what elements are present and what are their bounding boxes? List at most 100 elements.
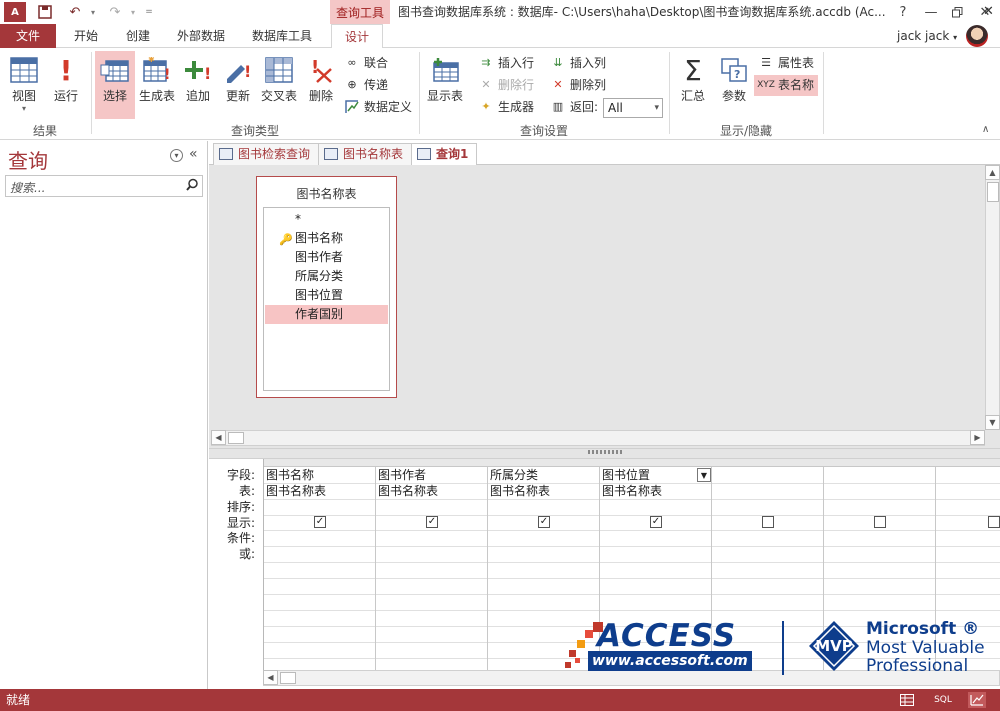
customize-toolbar-icon[interactable]: = (138, 2, 160, 22)
collapse-ribbon-icon[interactable]: ∧ (982, 124, 989, 135)
scroll-down-icon[interactable]: ▼ (985, 415, 1000, 430)
insert-rows-button[interactable]: ⇉ 插入行 (478, 53, 534, 73)
union-button[interactable]: ∞ 联合 (344, 53, 388, 73)
delete-columns-icon: ✕ (553, 78, 563, 91)
user-account-name[interactable]: jack jack ▾ (897, 24, 957, 48)
help-button[interactable]: ? (890, 0, 916, 24)
svg-text:!: ! (244, 62, 251, 81)
column-selector[interactable] (264, 459, 376, 467)
pass-through-button[interactable]: ⊕ 传递 (344, 75, 388, 95)
grid-table-cell[interactable]: 图书名称表 (378, 483, 438, 499)
restore-button[interactable] (944, 0, 970, 24)
view-button[interactable]: 视图 ▾ (6, 51, 42, 113)
builder-button[interactable]: ✦ 生成器 (478, 97, 534, 117)
field-author-country[interactable]: 作者国别 (265, 305, 388, 324)
undo-dropdown-icon[interactable]: ▾ (82, 2, 104, 22)
grid-table-cell[interactable]: 图书名称表 (490, 483, 550, 499)
svg-text:!: ! (164, 67, 170, 83)
search-input[interactable]: 搜索... (10, 179, 45, 196)
scroll-thumb[interactable] (228, 432, 244, 444)
grid-table-cell[interactable]: 图书名称表 (266, 483, 326, 499)
delete-rows-button[interactable]: ✕ 删除行 (478, 75, 534, 95)
show-table-button[interactable]: 显示表 (424, 51, 466, 104)
grid-table-cell[interactable]: 图书名称表 (602, 483, 662, 499)
return-top-values-select[interactable]: All ▾ (603, 98, 663, 118)
show-checkbox[interactable] (762, 516, 774, 528)
close-document-icon[interactable]: ✕ (983, 4, 994, 19)
scroll-thumb[interactable] (987, 182, 999, 202)
tab-database-tools[interactable]: 数据库工具 (240, 24, 324, 48)
scroll-right-icon[interactable]: ▶ (970, 430, 985, 445)
show-checkbox[interactable]: ✓ (538, 516, 550, 528)
tab-external-data[interactable]: 外部数据 (166, 24, 236, 48)
grid-column-1[interactable]: 图书名称 图书名称表 ✓ (264, 459, 376, 685)
grid-field-cell[interactable]: 图书作者 (378, 467, 426, 483)
datasheet-view-button[interactable] (898, 692, 916, 708)
property-sheet-icon: ☰ (761, 56, 771, 69)
totals-button[interactable]: Σ 汇总 (674, 51, 712, 104)
tab-create[interactable]: 创建 (114, 24, 162, 48)
field-category[interactable]: 所属分类 (265, 267, 388, 286)
tab-home[interactable]: 开始 (60, 24, 112, 48)
field-list-book-name-table[interactable]: 图书名称表 * 🔑 图书名称 图书作者 所属分类 图书位置 作者国别 (256, 176, 397, 398)
return-label: ▥ 返回: (550, 97, 598, 117)
splitter-grip[interactable] (588, 450, 622, 454)
make-table-button[interactable]: ! ✱ 生成表 (137, 51, 177, 104)
show-checkbox[interactable] (874, 516, 886, 528)
field-book-name[interactable]: 🔑 图书名称 (265, 229, 388, 248)
append-button[interactable]: ! 追加 (180, 51, 216, 104)
tab-book-name-table[interactable]: 图书名称表 (318, 143, 413, 165)
grid-field-cell[interactable]: 图书名称 (266, 467, 314, 483)
scroll-thumb[interactable] (280, 672, 296, 684)
delete-query-button[interactable]: ! 删除 (303, 51, 339, 104)
scroll-left-icon[interactable]: ◀ (263, 670, 278, 685)
nav-search-box[interactable]: 搜索... (5, 175, 203, 197)
property-sheet-button[interactable]: ☰ 属性表 (758, 53, 814, 73)
upper-vertical-scrollbar[interactable]: ▲ ▼ (985, 165, 1000, 430)
minimize-button[interactable]: — (918, 0, 944, 24)
tab-query1[interactable]: 查询1 (411, 143, 478, 166)
nav-pane-title[interactable]: 查询 (8, 145, 48, 174)
field-list-title[interactable]: 图书名称表 (257, 185, 396, 202)
column-selector[interactable] (488, 459, 600, 467)
select-query-button[interactable]: 选择 (95, 51, 135, 104)
tab-file[interactable]: 文件 (0, 24, 56, 48)
run-button[interactable]: ! 运行 (48, 51, 84, 104)
column-selector[interactable] (712, 459, 824, 467)
show-checkbox[interactable] (988, 516, 1000, 528)
scroll-left-icon[interactable]: ◀ (211, 430, 226, 445)
grid-column-2[interactable]: 图书作者 图书名称表 ✓ (376, 459, 488, 685)
parameters-button[interactable]: ? 参数 (715, 51, 753, 104)
tab-design[interactable]: 设计 (331, 24, 383, 49)
show-checkbox[interactable]: ✓ (314, 516, 326, 528)
show-checkbox[interactable]: ✓ (426, 516, 438, 528)
upper-horizontal-scrollbar[interactable]: ◀ ▶ (211, 430, 985, 446)
svg-text:!: ! (204, 64, 211, 83)
design-view-button[interactable] (968, 692, 986, 708)
scroll-up-icon[interactable]: ▲ (985, 165, 1000, 180)
field-book-author[interactable]: 图书作者 (265, 248, 388, 267)
grid-field-cell[interactable]: 图书位置 (602, 467, 650, 483)
grid-field-cell[interactable]: 所属分类 (490, 467, 538, 483)
field-all[interactable]: * (265, 210, 388, 229)
delete-columns-button[interactable]: ✕ 删除列 (550, 75, 606, 95)
avatar[interactable] (966, 25, 988, 47)
sql-view-button[interactable]: SQL (932, 692, 954, 708)
field-book-location[interactable]: 图书位置 (265, 286, 388, 305)
tab-book-search-query[interactable]: 图书检索查询 (213, 143, 320, 165)
field-dropdown-chevron-icon[interactable]: ▼ (697, 468, 711, 482)
nav-menu-chevron-icon[interactable]: ▾ (170, 149, 183, 162)
data-definition-button[interactable]: 数据定义 (344, 97, 412, 117)
column-selector[interactable] (600, 459, 712, 467)
table-names-button[interactable]: XYZ 表名称 (757, 75, 814, 95)
show-checkbox[interactable]: ✓ (650, 516, 662, 528)
insert-columns-button[interactable]: ⇊ 插入列 (550, 53, 606, 73)
update-button[interactable]: ! 更新 (220, 51, 256, 104)
save-icon[interactable] (34, 2, 56, 22)
search-icon[interactable] (186, 178, 199, 195)
column-selector[interactable] (936, 459, 1000, 467)
crosstab-button[interactable]: 交叉表 (259, 51, 299, 104)
column-selector[interactable] (824, 459, 936, 467)
column-selector[interactable] (376, 459, 488, 467)
shutter-bar-close-icon[interactable]: « (189, 146, 198, 162)
